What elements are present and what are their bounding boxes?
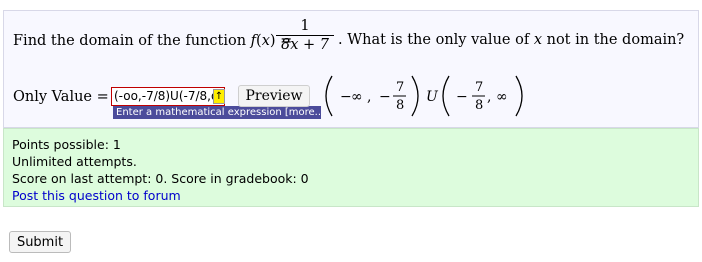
insert-caret-button[interactable]: ↑ (213, 89, 225, 104)
neg-sign-1: − (340, 89, 352, 105)
function-name: f (250, 33, 257, 49)
question-suffix: . What is the only value of x not in the… (338, 32, 685, 48)
answer-input[interactable]: (-oo,-7/8)U(-7/8,oo) (111, 87, 225, 106)
submit-button[interactable]: Submit (9, 231, 71, 253)
right-paren-1 (411, 75, 419, 117)
function-var: x (261, 33, 270, 49)
points-possible: Points possible: 1 (12, 137, 121, 152)
question-info-box: Points possible: 1 Unlimited attempts. S… (3, 128, 699, 207)
score-info: Score on last attempt: 0. Score in grade… (12, 171, 309, 186)
fraction-numerator: 1 (300, 18, 310, 34)
preview-button[interactable]: Preview (238, 85, 310, 107)
neg-sign-3: − (456, 89, 468, 105)
comma-2: , (487, 89, 491, 105)
neg-sign-2: − (379, 89, 391, 105)
infinity-1: ∞ (351, 89, 363, 105)
question-text: Find the domain of the function f(x) = (13, 33, 293, 49)
input-hint[interactable]: Enter a mathematical expression [more..] (113, 106, 321, 119)
comma-1: , (367, 89, 371, 105)
attempts-info: Unlimited attempts. (12, 154, 137, 169)
infinity-2: ∞ (496, 89, 508, 105)
frac-num-2: 7 (475, 80, 483, 95)
frac-num-1: 7 (396, 80, 404, 95)
only-value-label: Only Value = (13, 89, 109, 105)
frac-den-2: 8 (475, 98, 483, 113)
fraction-denominator: 8x + 7 (281, 37, 329, 53)
question-prefix: Find the domain of the function (13, 33, 251, 49)
answer-preview-math: − ∞ , − 7 8 U − 7 8 , ∞ (325, 75, 523, 117)
union-symbol: U (426, 89, 439, 105)
left-paren-1 (325, 75, 333, 117)
post-to-forum-link[interactable]: Post this question to forum (12, 188, 181, 203)
left-paren-2 (442, 75, 450, 117)
right-paren-2 (515, 75, 523, 117)
frac-den-1: 8 (396, 98, 404, 113)
function-fraction: 1 8x + 7 (276, 18, 334, 53)
